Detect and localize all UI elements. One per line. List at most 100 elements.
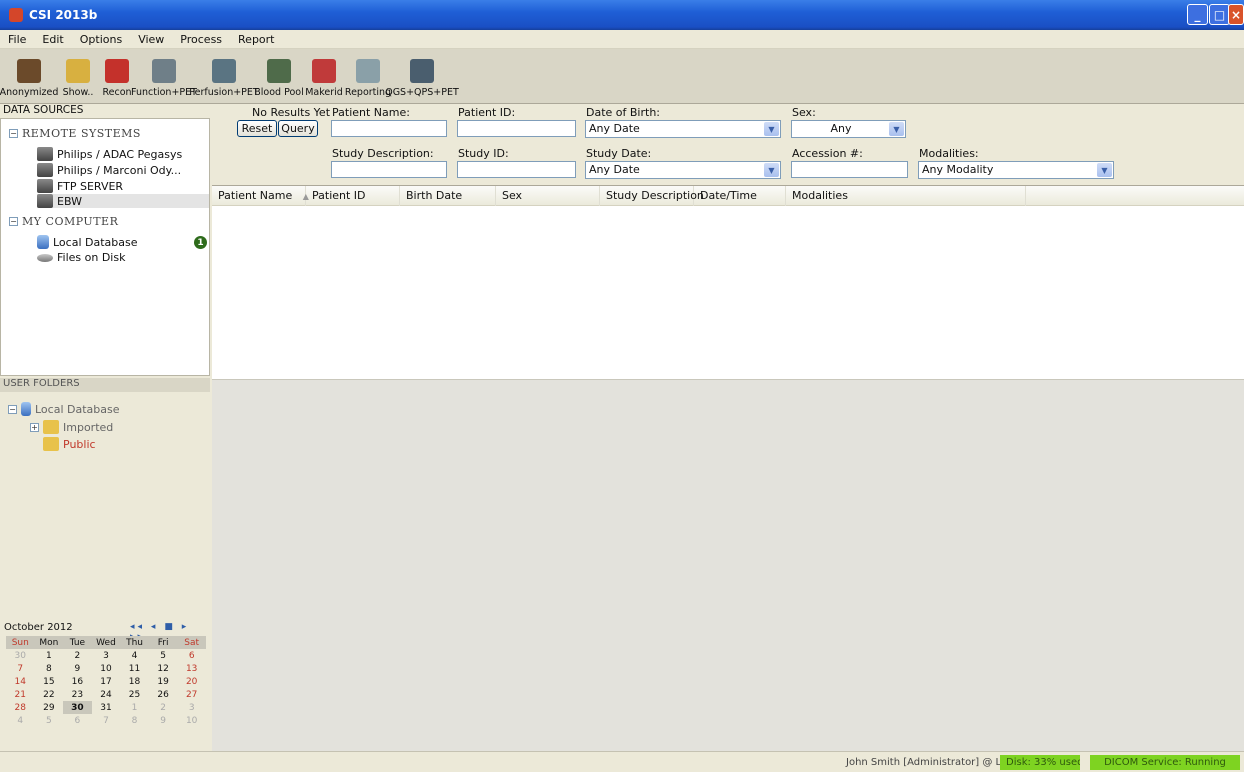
calendar-day[interactable]: 19 bbox=[149, 675, 178, 688]
calendar-day[interactable]: 14 bbox=[6, 675, 35, 688]
calendar-day[interactable]: 28 bbox=[6, 701, 35, 714]
calendar-day[interactable]: 5 bbox=[35, 714, 64, 727]
column-header-date-time[interactable]: Date/Time bbox=[694, 186, 786, 206]
tree-item-philips-adac[interactable]: Philips / ADAC Pegasys bbox=[37, 147, 182, 161]
folder-imported[interactable]: + Imported bbox=[30, 420, 113, 434]
tree-item-files-on-disk[interactable]: Files on Disk bbox=[37, 251, 125, 264]
collapse-icon[interactable]: − bbox=[9, 129, 18, 138]
calendar-day[interactable]: 4 bbox=[6, 714, 35, 727]
calendar-day[interactable]: 7 bbox=[92, 714, 121, 727]
study-description-input[interactable] bbox=[331, 161, 447, 178]
tree-group-remote-systems[interactable]: − REMOTE SYSTEMS bbox=[9, 127, 141, 140]
calendar-day[interactable]: 3 bbox=[92, 649, 121, 662]
calendar-day[interactable]: 15 bbox=[35, 675, 64, 688]
calendar-day[interactable]: 2 bbox=[149, 701, 178, 714]
tree-item-local-database[interactable]: Local Database bbox=[37, 235, 138, 249]
calendar-day[interactable]: 1 bbox=[120, 701, 149, 714]
menu-options[interactable]: Options bbox=[72, 33, 130, 46]
calendar-day[interactable]: 22 bbox=[35, 688, 64, 701]
toolbar-button-qgs-qps-pet[interactable]: QGS+QPS+PET bbox=[385, 49, 459, 104]
menu-process[interactable]: Process bbox=[172, 33, 230, 46]
calendar-day[interactable]: 21 bbox=[6, 688, 35, 701]
calendar-day[interactable]: 9 bbox=[63, 662, 92, 675]
accession-input[interactable] bbox=[791, 161, 908, 178]
chevron-down-icon[interactable]: ▼ bbox=[889, 122, 904, 136]
calendar-day[interactable]: 30 bbox=[6, 649, 35, 662]
tree-group-my-computer[interactable]: − MY COMPUTER bbox=[9, 215, 118, 228]
chevron-down-icon[interactable]: ▼ bbox=[764, 163, 779, 177]
calendar-day[interactable]: 29 bbox=[35, 701, 64, 714]
tree-item-philips-marconi[interactable]: Philips / Marconi Ody... bbox=[37, 163, 181, 177]
tree-item-ebw[interactable]: EBW bbox=[37, 194, 209, 208]
calendar-day[interactable]: 11 bbox=[120, 662, 149, 675]
study-id-input[interactable] bbox=[457, 161, 576, 178]
calendar-day[interactable]: 12 bbox=[149, 662, 178, 675]
calendar-day[interactable]: 7 bbox=[6, 662, 35, 675]
dob-select[interactable]: Any Date ▼ bbox=[585, 120, 781, 138]
calendar-day[interactable]: 8 bbox=[35, 662, 64, 675]
folder-root-local-database[interactable]: − Local Database bbox=[8, 402, 120, 416]
patient-id-input[interactable] bbox=[457, 120, 576, 137]
close-button[interactable]: × bbox=[1228, 4, 1244, 25]
collapse-icon[interactable]: − bbox=[9, 217, 18, 226]
calendar-day[interactable]: 10 bbox=[92, 662, 121, 675]
calendar-day[interactable]: 26 bbox=[149, 688, 178, 701]
calendar-day[interactable]: 23 bbox=[63, 688, 92, 701]
calendar-day[interactable]: 3 bbox=[177, 701, 206, 714]
minimize-button[interactable]: _ bbox=[1187, 4, 1208, 25]
column-header-modalities[interactable]: Modalities bbox=[786, 186, 1026, 206]
calendar-day[interactable]: 8 bbox=[120, 714, 149, 727]
maximize-button[interactable]: □ bbox=[1209, 4, 1230, 25]
calendar-day[interactable]: 31 bbox=[92, 701, 121, 714]
patient-name-input[interactable] bbox=[331, 120, 447, 137]
toolbar-button-blood-pool[interactable]: Blood Pool bbox=[254, 49, 304, 104]
column-header-patient-id[interactable]: Patient ID bbox=[306, 186, 400, 206]
column-header-study-description[interactable]: Study Description bbox=[600, 186, 704, 206]
column-header-sex[interactable]: Sex bbox=[496, 186, 600, 206]
menu-edit[interactable]: Edit bbox=[34, 33, 71, 46]
calendar-day[interactable]: 17 bbox=[92, 675, 121, 688]
tree-item-ftp-server[interactable]: FTP SERVER bbox=[37, 179, 123, 193]
prev-year-icon[interactable]: ◂◂ bbox=[130, 622, 145, 632]
column-header-patient-name[interactable]: Patient Name ▲ bbox=[212, 186, 309, 206]
prev-month-icon[interactable]: ◂ bbox=[151, 622, 159, 632]
collapse-icon[interactable]: − bbox=[8, 404, 17, 414]
calendar-day[interactable]: 5 bbox=[149, 649, 178, 662]
toolbar-button-function-pet[interactable]: Function+PET bbox=[131, 49, 197, 104]
calendar-day[interactable]: 9 bbox=[149, 714, 178, 727]
calendar-day[interactable]: 4 bbox=[120, 649, 149, 662]
query-button[interactable]: Query bbox=[278, 120, 318, 137]
calendar-day[interactable]: 20 bbox=[177, 675, 206, 688]
menu-report[interactable]: Report bbox=[230, 33, 282, 46]
calendar-day[interactable]: 6 bbox=[63, 714, 92, 727]
next-month-icon[interactable]: ▸ bbox=[182, 622, 190, 632]
chevron-down-icon[interactable]: ▼ bbox=[1097, 163, 1112, 177]
calendar-day[interactable]: 16 bbox=[63, 675, 92, 688]
calendar-day[interactable]: 18 bbox=[120, 675, 149, 688]
calendar-day[interactable]: 25 bbox=[120, 688, 149, 701]
menu-file[interactable]: File bbox=[0, 33, 34, 46]
calendar-day[interactable]: 27 bbox=[177, 688, 206, 701]
calendar-day[interactable]: 6 bbox=[177, 649, 206, 662]
folder-public[interactable]: Public bbox=[43, 437, 96, 451]
calendar-day[interactable]: 10 bbox=[177, 714, 206, 727]
toolbar-button-recon[interactable]: Recon bbox=[100, 49, 134, 104]
study-date-select[interactable]: Any Date ▼ bbox=[585, 161, 781, 179]
reset-button[interactable]: Reset bbox=[237, 120, 277, 137]
calendar-day[interactable]: 13 bbox=[177, 662, 206, 675]
calendar-day[interactable]: 1 bbox=[35, 649, 64, 662]
sex-select[interactable]: Any ▼ bbox=[791, 120, 906, 138]
chevron-down-icon[interactable]: ▼ bbox=[764, 122, 779, 136]
calendar-day[interactable]: 30 bbox=[63, 701, 92, 714]
toolbar-button-makerid[interactable]: Makerid bbox=[304, 49, 344, 104]
modalities-select[interactable]: Any Modality ▼ bbox=[918, 161, 1114, 179]
calendar-day[interactable]: 2 bbox=[63, 649, 92, 662]
today-icon[interactable]: ■ bbox=[164, 622, 176, 632]
toolbar-button-anonymized[interactable]: Anonymized bbox=[0, 49, 58, 104]
column-header-birth-date[interactable]: Birth Date bbox=[400, 186, 496, 206]
menu-view[interactable]: View bbox=[130, 33, 172, 46]
expand-icon[interactable]: + bbox=[30, 422, 39, 432]
calendar-day[interactable]: 24 bbox=[92, 688, 121, 701]
toolbar-button-show[interactable]: Show.. bbox=[56, 49, 100, 104]
toolbar-button-perfusion-pet[interactable]: Perfusion+PET bbox=[189, 49, 259, 104]
